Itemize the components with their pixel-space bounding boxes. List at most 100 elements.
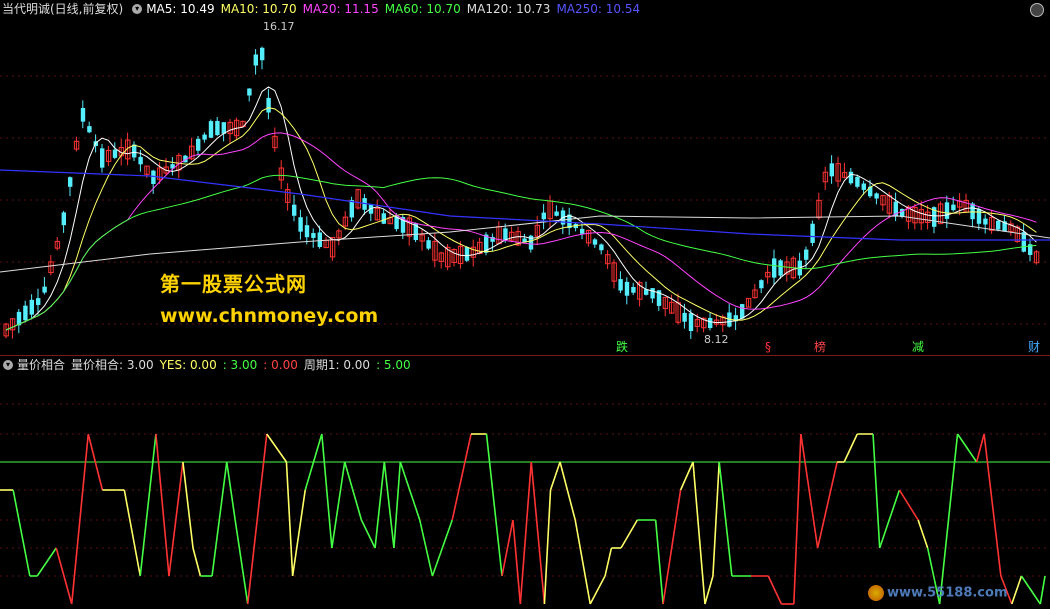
indicator-segment <box>383 461 395 549</box>
indicator-segment <box>451 433 472 521</box>
candle-body <box>976 209 982 224</box>
event-marker-finance[interactable]: 财 <box>1028 340 1040 354</box>
indicator-segment <box>975 433 985 463</box>
candle-body <box>810 223 815 243</box>
candle-body <box>151 170 156 185</box>
indicator-segment <box>431 519 453 577</box>
candle-body <box>861 183 866 190</box>
candle-body <box>23 305 28 321</box>
candle-body <box>944 202 950 219</box>
indicator-segment <box>620 519 639 549</box>
candle-body <box>253 54 258 66</box>
indicator-segment <box>1011 575 1023 605</box>
indicator-segment <box>543 489 552 605</box>
indicator-period: 周期1: 0.00 <box>303 358 371 372</box>
candle-body <box>266 97 271 113</box>
candle-body <box>29 299 34 315</box>
indicator-segment <box>800 433 819 549</box>
watermark-url: www.chnmoney.com <box>160 305 379 327</box>
indicator-segment <box>285 461 294 577</box>
event-marker-reduce[interactable]: 减 <box>912 340 924 354</box>
indicator-segment <box>712 461 720 577</box>
site-logo-watermark: www.55188.com <box>868 585 1008 601</box>
candle-body <box>618 279 623 291</box>
candle-body <box>80 107 86 122</box>
indicator-segment <box>234 519 249 605</box>
indicator-segment <box>192 547 202 577</box>
ma20-label: MA20: 11.15 <box>302 2 379 16</box>
candle-body <box>381 213 386 224</box>
candle-body <box>464 246 470 261</box>
indicator-segment <box>816 461 838 549</box>
candle-body <box>983 218 988 225</box>
settings-icon[interactable] <box>1030 3 1044 17</box>
moving-average-line <box>5 132 1037 331</box>
indicator-header: ▾ 量价相合 量价相合: 3.00 YES: 0.00 : 3.00 : 0.0… <box>0 356 1050 374</box>
candle-body <box>247 88 252 96</box>
indicator-segment <box>767 575 783 605</box>
candle-body <box>554 211 559 216</box>
ma120-line <box>0 215 1050 273</box>
indicator-segment <box>692 461 706 605</box>
indicator-segment <box>291 489 307 577</box>
candle-body <box>36 298 41 305</box>
indicator-segment <box>393 461 402 549</box>
indicator-chart[interactable] <box>0 374 1050 609</box>
high-price-label: 16.17 <box>263 20 295 33</box>
indicator-segment <box>662 489 682 605</box>
indicator-segment <box>654 519 664 605</box>
low-price-label: 8.12 <box>704 333 729 346</box>
indicator-segment <box>1039 575 1046 605</box>
indicator-segment <box>843 433 859 463</box>
indicator-segment <box>168 461 184 577</box>
candle-body <box>580 228 585 234</box>
candle-body <box>624 281 630 296</box>
chart-header: 当代明诚(日线,前复权) ▾ MA5: 10.49 MA10: 10.70 MA… <box>0 0 1050 18</box>
indicator-segment <box>155 433 170 577</box>
candle-body <box>599 244 604 251</box>
indicator-green-value: : 3.00 <box>222 358 258 372</box>
event-marker-fall[interactable]: 跌 <box>616 340 628 354</box>
ma120-label: MA120: 10.73 <box>466 2 551 16</box>
candle-body <box>208 121 214 138</box>
indicator-segment <box>360 519 376 549</box>
indicator-segment <box>679 461 694 491</box>
candle-body <box>112 149 118 158</box>
candle-body <box>740 304 745 319</box>
event-marker-section[interactable]: § <box>765 340 771 354</box>
logo-text: www.55188.com <box>887 585 1008 601</box>
indicator-segment <box>343 461 363 521</box>
indicator-segment <box>549 461 561 491</box>
candle-body <box>688 313 694 332</box>
event-marker-list[interactable]: 榜 <box>814 340 826 354</box>
candle-body <box>951 204 956 211</box>
candle-body <box>804 249 809 260</box>
candle-body <box>292 204 297 216</box>
candle-body <box>631 287 636 293</box>
candle-body <box>260 47 265 61</box>
candlestick-chart[interactable] <box>0 18 1050 356</box>
candle-body <box>874 193 879 199</box>
candle-body <box>138 156 143 165</box>
candle-body <box>298 217 303 232</box>
indicator-segment <box>321 433 333 549</box>
indicator-segment <box>898 489 919 521</box>
candle-body <box>778 260 783 276</box>
watermark-title: 第一股票公式网 <box>160 272 307 296</box>
indicator-segment <box>983 433 1002 577</box>
indicator-segment <box>225 461 236 521</box>
indicator-segment <box>399 461 421 521</box>
indicator-segment <box>519 461 533 605</box>
indicator-segment <box>485 433 503 577</box>
chevron-down-icon[interactable]: ▾ <box>3 360 13 370</box>
candle-body <box>202 134 207 140</box>
indicator-segment <box>123 489 142 577</box>
candle-body <box>349 200 354 218</box>
indicator-segment <box>182 461 194 549</box>
indicator-red-value: : 0.00 <box>263 358 298 372</box>
logo-icon <box>868 585 884 601</box>
ma250-line <box>0 169 1050 241</box>
indicator-segment <box>512 519 522 605</box>
candle-body <box>855 177 860 187</box>
chevron-down-icon[interactable]: ▾ <box>132 4 143 14</box>
